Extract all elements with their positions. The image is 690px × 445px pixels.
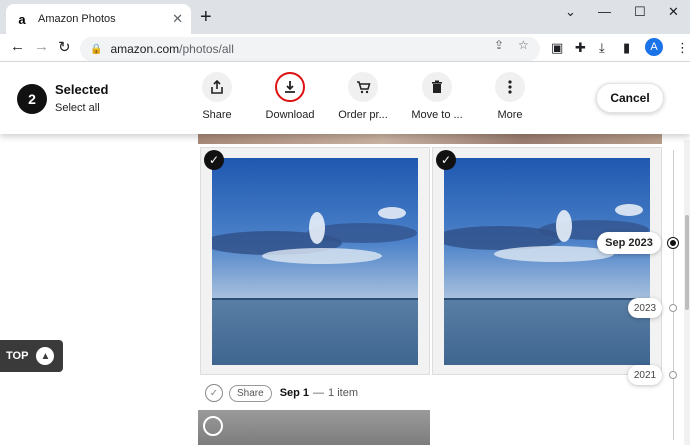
browser-toolbar: ← → ↻ 🔒 amazon.com/photos/all ⇪ ☆ ▣ ✚ ⤓ … xyxy=(0,34,690,62)
cancel-button[interactable]: Cancel xyxy=(596,83,664,113)
trash-icon xyxy=(422,72,452,102)
back-to-top-button[interactable]: TOP ▲ xyxy=(0,340,63,372)
url-path: /photos/all xyxy=(179,42,234,56)
more-label: More xyxy=(497,109,523,121)
group-select-checkbox[interactable]: ✓ xyxy=(205,384,223,402)
timeline-track[interactable] xyxy=(673,150,674,440)
select-all-link[interactable]: Select all xyxy=(55,102,100,114)
lock-icon[interactable]: 🔒 xyxy=(90,44,102,55)
photo-tile-3[interactable] xyxy=(198,410,430,445)
group-separator: — xyxy=(313,387,325,399)
group-share-button[interactable]: Share xyxy=(229,384,272,402)
timeline-dot-2021[interactable] xyxy=(669,371,677,379)
timeline-year-2023[interactable]: 2023 xyxy=(628,298,662,318)
photo-sky-sea-2 xyxy=(444,158,650,365)
download-icon xyxy=(275,72,305,102)
close-window-icon[interactable]: ✕ xyxy=(668,4,679,20)
address-bar[interactable]: 🔒 amazon.com/photos/all xyxy=(80,37,540,61)
browser-tab[interactable]: a Amazon Photos ✕ xyxy=(6,4,191,34)
move-to-trash-button[interactable]: Move to ... xyxy=(397,72,477,121)
tab-search-icon[interactable]: ⌄ xyxy=(565,4,576,20)
selected-count-badge: 2 xyxy=(17,84,47,114)
downloads-icon[interactable]: ⤓ xyxy=(599,40,605,56)
timeline-year-2021[interactable]: 2021 xyxy=(628,365,662,385)
photo-3-select-circle-icon[interactable] xyxy=(203,416,223,436)
previous-photo-strip[interactable] xyxy=(198,134,662,144)
timeline-current-label: Sep 2023 xyxy=(597,232,661,254)
chevron-up-icon: ▲ xyxy=(36,347,55,365)
photo-tile-2[interactable] xyxy=(432,147,662,375)
share-label: Share xyxy=(202,109,232,121)
order-prints-label: Order pr... xyxy=(338,109,388,121)
menu-kebab-icon[interactable]: ⋮ xyxy=(676,40,689,56)
profile-avatar[interactable]: A xyxy=(645,38,663,56)
photo-1-selected-check-icon[interactable]: ✓ xyxy=(204,150,224,170)
top-label: TOP xyxy=(6,350,29,362)
forward-icon[interactable]: → xyxy=(34,38,49,55)
photo-group-header: ✓ Share Sep 1 — 1 item xyxy=(205,384,358,402)
photo-sky-sea-1 xyxy=(212,158,418,365)
scrollbar-thumb[interactable] xyxy=(685,215,689,310)
back-icon[interactable]: ← xyxy=(10,38,25,55)
timeline-current-dot[interactable] xyxy=(668,238,678,248)
photo-2-selected-check-icon[interactable]: ✓ xyxy=(436,150,456,170)
group-date: Sep 1 xyxy=(279,387,310,399)
maximize-icon[interactable]: ☐ xyxy=(634,4,646,20)
order-prints-button[interactable]: Order pr... xyxy=(323,72,403,121)
more-button[interactable]: More xyxy=(470,72,550,121)
amazon-favicon-icon: a xyxy=(18,11,26,27)
download-label: Download xyxy=(265,109,315,121)
selected-label: Selected xyxy=(55,82,109,97)
share-page-icon[interactable]: ⇪ xyxy=(494,38,504,52)
url-host: amazon.com xyxy=(110,42,180,56)
reload-icon[interactable]: ↻ xyxy=(58,38,71,56)
selection-action-bar: 2 Selected Select all Share Download Ord… xyxy=(0,62,690,134)
share-icon xyxy=(202,72,232,102)
more-icon xyxy=(495,72,525,102)
tab-strip: a Amazon Photos ✕ + ⌄ — ☐ ✕ xyxy=(0,0,690,34)
cart-icon xyxy=(348,72,378,102)
download-button[interactable]: Download xyxy=(250,72,330,121)
side-panel-icon[interactable]: ▮ xyxy=(623,40,630,56)
share-button[interactable]: Share xyxy=(177,72,257,121)
tab-title: Amazon Photos xyxy=(38,13,116,25)
new-tab-button[interactable]: + xyxy=(200,6,212,29)
move-to-label: Move to ... xyxy=(411,109,463,121)
screenshot-icon[interactable]: ▣ xyxy=(551,40,563,56)
bookmark-star-icon[interactable]: ☆ xyxy=(518,38,529,52)
tab-close-icon[interactable]: ✕ xyxy=(172,11,183,27)
extensions-icon[interactable]: ✚ xyxy=(575,40,586,56)
timeline-dot-2023[interactable] xyxy=(669,304,677,312)
photo-tile-1[interactable] xyxy=(200,147,430,375)
minimize-icon[interactable]: — xyxy=(598,4,611,19)
group-item-count: 1 item xyxy=(328,387,359,399)
